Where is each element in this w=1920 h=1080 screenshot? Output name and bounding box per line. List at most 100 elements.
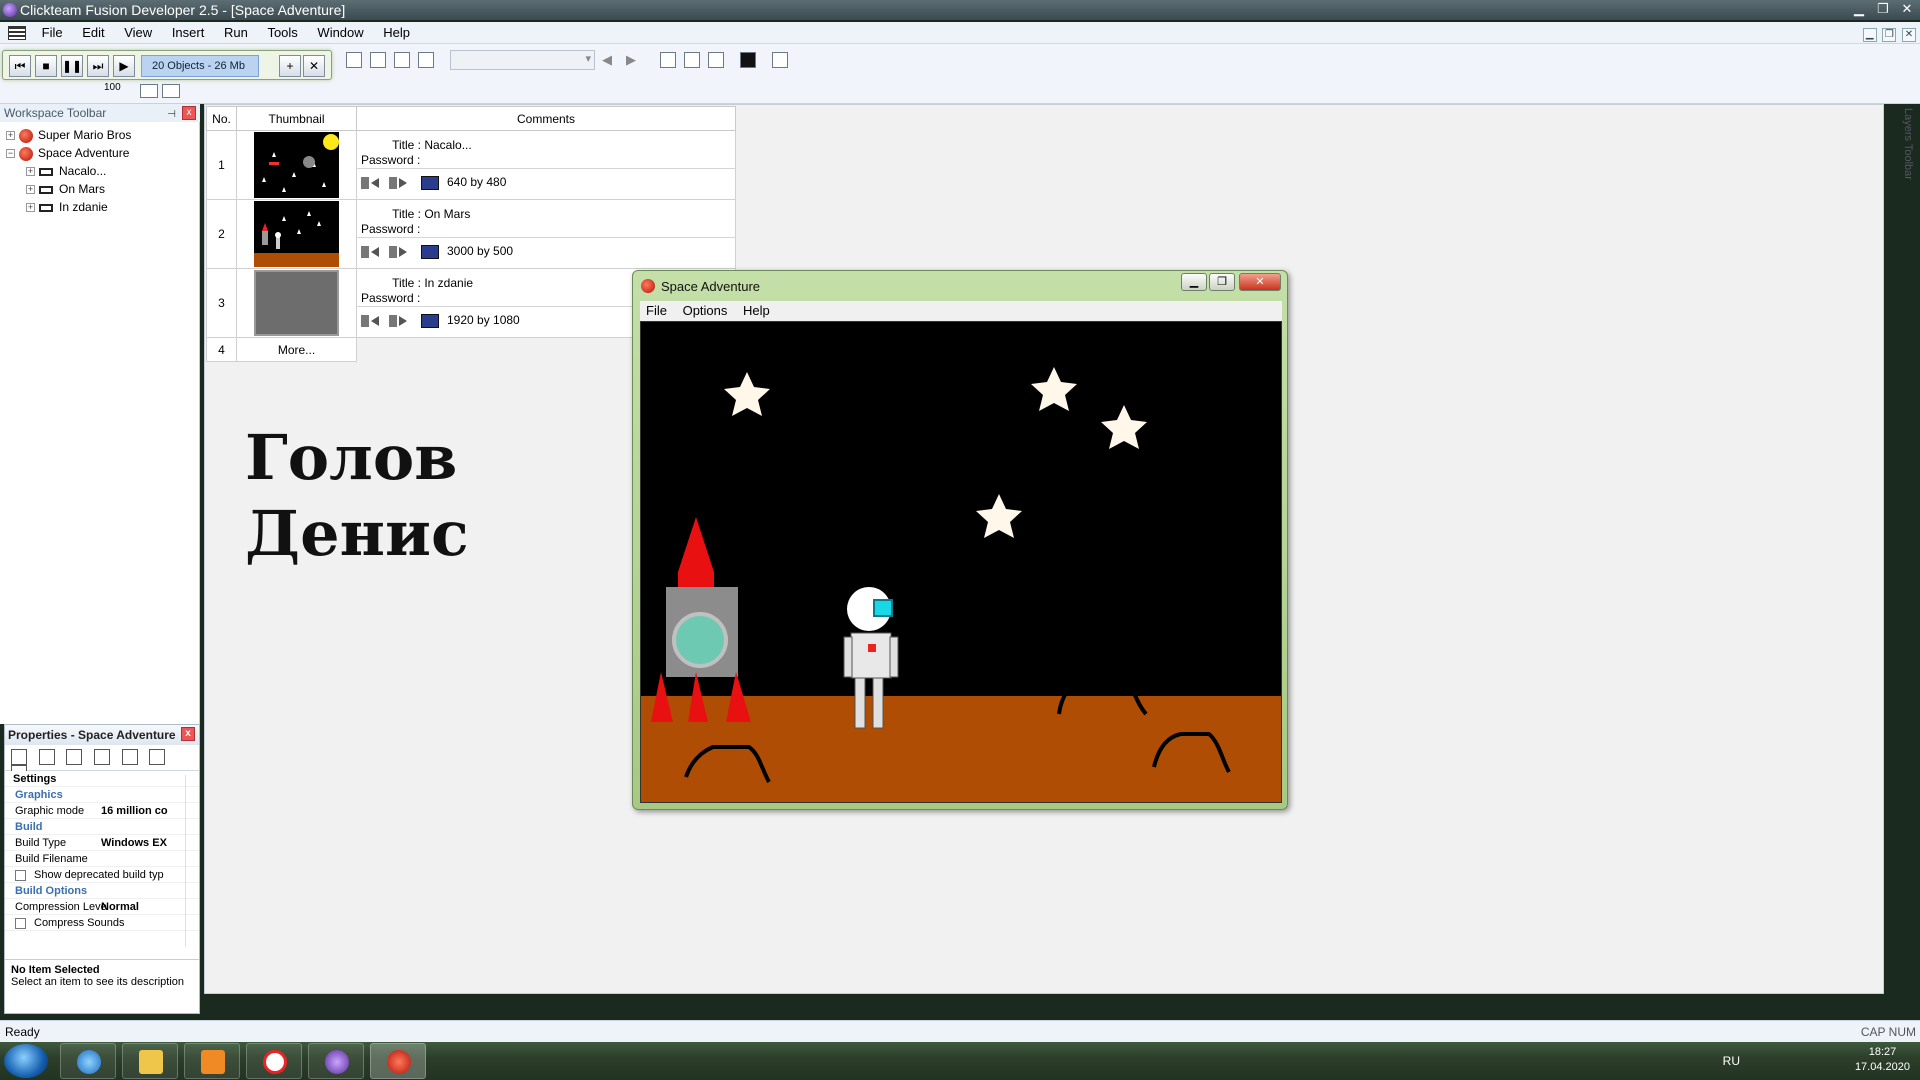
game-menu-file[interactable]: File [640,301,673,321]
runtime-tab-icon[interactable] [66,748,83,765]
properties-scrollbar[interactable] [185,775,197,947]
expand-icon[interactable]: + [26,203,35,213]
pin-icon[interactable]: ⊣ [167,106,176,124]
add-button[interactable]: + [279,55,301,77]
compress-sounds-row[interactable]: Compress Sounds [5,915,199,931]
game-canvas[interactable] [640,321,1282,803]
about-tab-icon[interactable] [149,748,166,765]
frame-comments[interactable]: Title : Nacalo... Password : 640 by 480 [356,130,736,200]
settings-tab-icon[interactable] [11,748,27,765]
frame-comments[interactable]: Title : On Mars Password : 3000 by 500 [356,199,736,269]
compression-row[interactable]: Compression Leve Normal [5,899,199,915]
minimize-button[interactable]: ▁ [1848,1,1870,17]
frame-size[interactable]: 3000 by 500 [447,244,513,258]
mdi-minimize-button[interactable]: ▁ [1862,28,1877,42]
taskbar-ie[interactable] [60,1043,116,1079]
black-square-icon[interactable] [740,52,756,68]
tree-item-in-zdanie[interactable]: + In zdanie [26,198,108,216]
prev-frame-icon[interactable]: ◀ [602,52,618,68]
menu-help[interactable]: Help [375,22,418,44]
mdi-close-button[interactable]: ✕ [1902,28,1916,42]
play-button[interactable]: ▶ [113,55,135,77]
compression-value[interactable]: Normal [101,899,173,915]
rewind-button[interactable]: ⏮ [9,55,31,77]
game-minimize-button[interactable]: ▁ [1181,273,1207,291]
window-tab-icon[interactable] [38,748,55,765]
clock[interactable]: 18:27 17.04.2020 [1855,1045,1910,1075]
fade-in-icon[interactable] [361,176,383,190]
show-deprecated-row[interactable]: Show deprecated build typ [5,867,199,883]
show-deprecated-checkbox[interactable] [15,869,26,881]
taskbar-game[interactable] [370,1043,426,1079]
game-maximize-button[interactable]: ❐ [1209,273,1235,291]
expand-icon[interactable]: + [26,167,35,177]
tree-item-nacalo[interactable]: + Nacalo... [26,162,106,180]
menu-run[interactable]: Run [216,22,256,44]
properties-close-button[interactable]: x [181,727,195,741]
fade-in-icon[interactable] [361,314,383,328]
start-button[interactable] [4,1044,48,1078]
grid-view-icon[interactable] [370,52,386,68]
step-button[interactable]: ⏭ [87,55,109,77]
tree-item-super-mario-bros[interactable]: + Super Mario Bros [6,126,131,144]
next-frame-icon[interactable]: ▶ [626,52,642,68]
values-tab-icon[interactable] [93,748,110,765]
graphic-mode-value[interactable]: 16 million co [101,803,173,819]
pause-button[interactable]: ❚❚ [61,55,83,77]
taskbar-fusion[interactable] [308,1043,364,1079]
tree-item-space-adventure[interactable]: − Space Adventure [6,144,129,162]
workspace-close-button[interactable]: x [182,106,196,120]
events-tab-icon[interactable] [121,748,138,765]
taskbar-yandex[interactable] [246,1043,302,1079]
frame-thumbnail[interactable] [236,199,357,269]
frame-row[interactable]: 1 Title : Nacalo... Password : 640 by 48… [206,130,736,200]
frame-thumbnail[interactable] [236,130,357,200]
expand-icon[interactable]: + [6,131,15,141]
graphic-mode-row[interactable]: Graphic mode 16 million co [5,803,199,819]
expand-icon[interactable]: + [26,185,35,195]
menu-file[interactable]: File [34,22,71,44]
frame-size[interactable]: 640 by 480 [447,175,506,189]
fade-in-icon[interactable] [361,245,383,259]
build-type-value[interactable]: Windows EX [101,835,173,851]
fade-out-icon[interactable] [389,176,411,190]
sort-icon[interactable] [418,52,434,68]
menu-tools[interactable]: Tools [259,22,305,44]
fade-out-icon[interactable] [389,314,411,328]
menu-insert[interactable]: Insert [164,22,213,44]
frame-row[interactable]: 2 Title : On Mars Password : 3000 by 500 [206,199,736,269]
taskbar-explorer[interactable] [122,1043,178,1079]
system-menu-icon[interactable] [8,26,26,40]
build-type-row[interactable]: Build Type Windows EX [5,835,199,851]
menu-edit[interactable]: Edit [74,22,112,44]
maximize-button[interactable]: ❐ [1872,1,1894,17]
compress-sounds-checkbox[interactable] [15,917,26,929]
layout-icon-2[interactable] [684,52,700,68]
frame-select-combo[interactable] [450,50,595,70]
collapse-icon[interactable]: − [6,149,15,159]
list-view-icon[interactable] [394,52,410,68]
align-icon[interactable] [772,52,788,68]
frame-view-icon[interactable] [346,52,362,68]
close-run-button[interactable]: ✕ [303,55,325,77]
window-view-icon[interactable] [140,84,158,98]
tree-item-on-mars[interactable]: + On Mars [26,180,105,198]
zoom-value[interactable]: 100 [104,82,121,93]
game-menu-options[interactable]: Options [677,301,734,321]
layout-icon-1[interactable] [660,52,676,68]
close-button[interactable]: ✕ [1896,1,1918,17]
game-close-button[interactable]: ✕ [1239,273,1281,291]
fade-out-icon[interactable] [389,245,411,259]
layers-toolbar-tab[interactable]: Layers Toolbar [1898,108,1914,188]
menu-view[interactable]: View [116,22,160,44]
mdi-restore-button[interactable]: ❐ [1882,28,1897,42]
game-menu-help[interactable]: Help [737,301,776,321]
menu-window[interactable]: Window [309,22,371,44]
language-indicator[interactable]: RU [1723,1054,1740,1068]
table-view-icon[interactable] [162,84,180,98]
stop-button[interactable]: ■ [35,55,57,77]
layout-icon-3[interactable] [708,52,724,68]
build-filename-row[interactable]: Build Filename [5,851,199,867]
more-frames-button[interactable]: More... [236,337,357,362]
frame-thumbnail[interactable] [236,268,357,338]
